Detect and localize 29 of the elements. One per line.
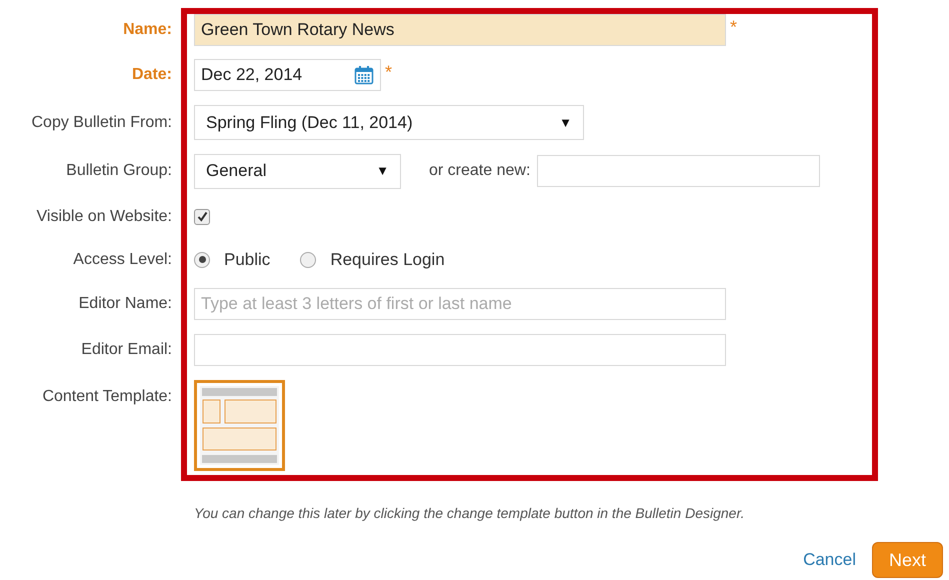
radio-label: Requires Login	[330, 248, 445, 271]
create-new-label: or create new:	[429, 161, 530, 181]
text-field[interactable]: Type at least 3 letters of first or last name	[194, 288, 726, 320]
field-label: Copy Bulletin From:	[32, 112, 172, 132]
radio-label: Public	[224, 248, 270, 271]
visible-checkbox[interactable]	[194, 208, 210, 224]
cancel-link[interactable]: Cancel	[803, 547, 856, 573]
calendar-icon[interactable]	[354, 64, 374, 84]
template-note: You can change this later by clicking the change template button in the Bulletin Designer.	[194, 504, 746, 523]
field-label: Bulletin Group:	[66, 161, 172, 181]
field-label: Editor Email:	[81, 340, 172, 360]
required-mark: *	[730, 18, 738, 36]
date-value: Dec 22, 2014	[201, 64, 302, 86]
new-group-field[interactable]	[537, 155, 820, 187]
radio-button[interactable]	[300, 252, 316, 268]
text-field[interactable]	[194, 334, 726, 366]
template-thumbnail[interactable]	[194, 380, 285, 471]
group-dropdown[interactable]: General ▼	[194, 154, 401, 188]
radio-button[interactable]	[194, 252, 210, 268]
name-field[interactable]: Green Town Rotary News	[194, 14, 726, 46]
field-label: Editor Name:	[78, 294, 172, 314]
bulletin-dropdown[interactable]: Spring Fling (Dec 11, 2014) ▼	[194, 105, 584, 140]
field-label: Name:	[123, 20, 172, 40]
date-field[interactable]: Dec 22, 2014	[194, 58, 381, 90]
required-mark: *	[385, 62, 392, 80]
field-label: Date:	[132, 64, 172, 84]
field-label: Visible on Website:	[36, 206, 172, 226]
field-label: Content Template:	[42, 387, 172, 407]
field-label: Access Level:	[73, 250, 172, 270]
